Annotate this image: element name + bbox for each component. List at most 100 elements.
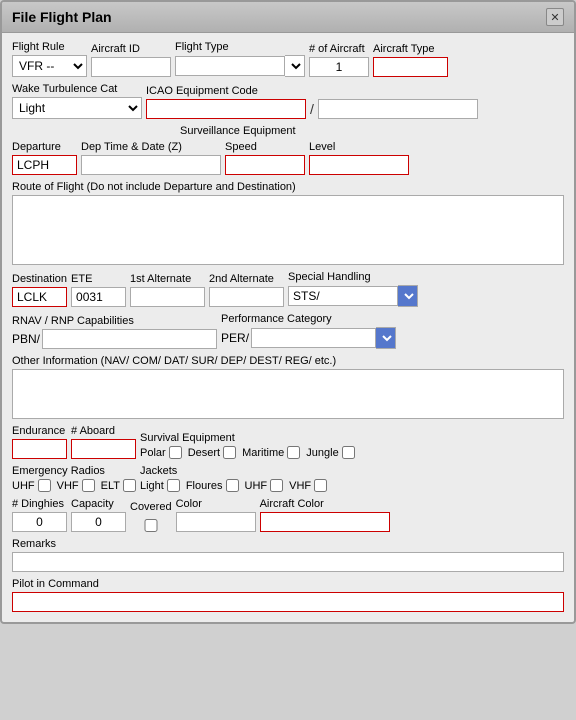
other-info-group: Other Information (NAV/ COM/ DAT/ SUR/ D… [12,355,564,419]
route-group: Route of Flight (Do not include Departur… [12,181,564,265]
departure-input[interactable] [12,155,77,175]
aircraft-color-input[interactable] [260,512,390,532]
survival-label: Survival Equipment [140,432,355,444]
slash-separator: / [310,101,314,117]
aboard-group: # Aboard [71,425,136,459]
speed-group: Speed [225,141,305,175]
elt-radio-group: ELT [101,479,136,492]
flight-rule-select[interactable]: VFR -- IFR VFR DVFR [12,55,87,77]
route-textarea[interactable] [12,195,564,265]
special-handling-group: Special Handling [288,271,418,307]
covered-checkbox[interactable] [130,519,172,532]
vhf-checkbox[interactable] [82,479,95,492]
row-8: # Dinghies Capacity Covered Color Aircra… [12,498,564,532]
num-aircraft-group: # of Aircraft [309,43,369,77]
aircraft-color-label: Aircraft Color [260,498,390,510]
perf-select[interactable] [376,327,396,349]
ete-input[interactable] [71,287,126,307]
desert-checkbox[interactable] [223,446,236,459]
uhf-radio-group: UHF [12,479,51,492]
icao-equipment-input[interactable] [146,99,306,119]
aboard-input[interactable] [71,439,136,459]
uhf-label: UHF [12,480,35,492]
uhf2-checkbox[interactable] [270,479,283,492]
aircraft-id-input[interactable] [91,57,171,77]
wake-turbulence-group: Wake Turbulence Cat Light Medium Heavy J… [12,83,142,119]
speed-input[interactable] [225,155,305,175]
alt2-label: 2nd Alternate [209,273,284,285]
level-group: Level [309,141,409,175]
special-handling-input[interactable] [288,286,398,306]
perf-label: Performance Category [221,313,396,325]
dinghies-label: # Dinghies [12,498,67,510]
other-info-label: Other Information (NAV/ COM/ DAT/ SUR/ D… [12,355,564,367]
surveillance-label-row: Surveillance Equipment [12,121,564,137]
other-info-textarea[interactable] [12,369,564,419]
aircraft-type-input[interactable] [373,57,448,77]
title-bar: File Flight Plan ✕ [2,2,574,33]
dep-time-group: Dep Time & Date (Z) [81,141,221,175]
maritime-checkbox[interactable] [287,446,300,459]
endurance-label: Endurance [12,425,67,437]
emergency-radios-group: Emergency Radios UHF VHF ELT [12,465,136,492]
level-input[interactable] [309,155,409,175]
aircraft-id-group: Aircraft ID [91,43,171,77]
row-3: Departure Dep Time & Date (Z) Speed Leve… [12,141,564,175]
rnav-input[interactable] [42,329,217,349]
floures-checkbox[interactable] [226,479,239,492]
row-4: Destination ETE 1st Alternate 2nd Altern… [12,271,564,307]
per-prefix: PER/ [221,331,249,345]
dinghies-input[interactable] [12,512,67,532]
light-jacket-group: Light [140,479,180,492]
surveillance-input[interactable] [318,99,478,119]
capacity-input[interactable] [71,512,126,532]
icao-equipment-group: ICAO Equipment Code / [146,85,478,119]
light-checkbox[interactable] [167,479,180,492]
route-label: Route of Flight (Do not include Departur… [12,181,564,193]
jungle-checkbox[interactable] [342,446,355,459]
destination-group: Destination [12,273,67,307]
close-button[interactable]: ✕ [546,8,564,26]
wake-turbulence-select[interactable]: Light Medium Heavy Jumbo [12,97,142,119]
dep-time-input[interactable] [81,155,221,175]
perf-input[interactable] [251,328,376,348]
pilot-input[interactable] [12,592,564,612]
dep-time-label: Dep Time & Date (Z) [81,141,221,153]
alt2-input[interactable] [209,287,284,307]
special-handling-select[interactable] [398,285,418,307]
aircraft-id-label: Aircraft ID [91,43,171,55]
covered-label: Covered [130,501,172,513]
color-input[interactable] [176,512,256,532]
remarks-input[interactable] [12,552,564,572]
survival-group: Survival Equipment Polar Desert Maritime [140,432,355,459]
row-5: RNAV / RNP Capabilities PBN/ Performance… [12,313,564,349]
endurance-input[interactable] [12,439,67,459]
perf-group: Performance Category PER/ [221,313,396,349]
polar-checkbox[interactable] [169,446,182,459]
icao-equipment-label: ICAO Equipment Code [146,85,478,97]
destination-label: Destination [12,273,67,285]
vhf2-label: VHF [289,480,311,492]
ete-label: ETE [71,273,126,285]
ete-group: ETE [71,273,126,307]
flight-type-select[interactable] [285,55,305,77]
jackets-group: Jackets Light Floures UHF V [140,465,327,492]
alt1-label: 1st Alternate [130,273,205,285]
speed-label: Speed [225,141,305,153]
aircraft-type-group: Aircraft Type [373,43,448,77]
desert-label: Desert [188,447,220,459]
aircraft-type-label: Aircraft Type [373,43,448,55]
vhf2-checkbox[interactable] [314,479,327,492]
jackets-label: Jackets [140,465,327,477]
capacity-group: Capacity [71,498,126,532]
elt-checkbox[interactable] [123,479,136,492]
destination-input[interactable] [12,287,67,307]
endurance-group: Endurance [12,425,67,459]
alt1-input[interactable] [130,287,205,307]
num-aircraft-input[interactable] [309,57,369,77]
emergency-radios-label: Emergency Radios [12,465,136,477]
floures-jacket-group: Floures [186,479,239,492]
remarks-label: Remarks [12,538,564,550]
flight-type-input[interactable] [175,56,285,76]
uhf-checkbox[interactable] [38,479,51,492]
